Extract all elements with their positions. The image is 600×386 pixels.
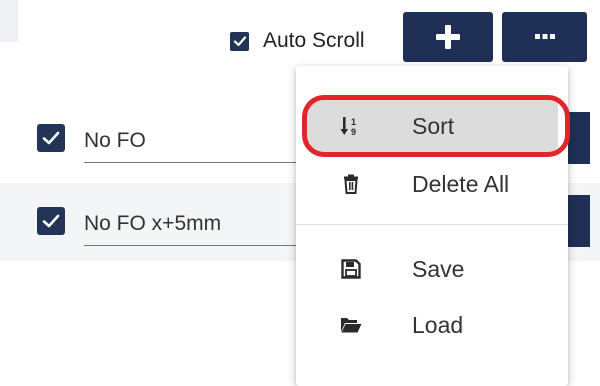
menu-divider <box>296 224 568 225</box>
plus-icon <box>436 25 460 49</box>
check-icon <box>42 131 60 145</box>
auto-scroll-checkbox[interactable] <box>230 31 249 51</box>
sort-numeric-icon: 1 9 <box>340 115 362 137</box>
folder-open-icon <box>340 314 362 336</box>
menu-item-load[interactable]: Load <box>296 297 568 353</box>
toolbar-background-edge <box>0 0 18 42</box>
auto-scroll-label: Auto Scroll <box>263 29 365 52</box>
menu-item-label: Delete All <box>412 170 510 197</box>
row-action-button[interactable] <box>566 195 590 247</box>
row-checkbox[interactable] <box>37 124 65 152</box>
more-options-menu: 1 9 Sort Delete All Save Load <box>296 66 568 386</box>
row-checkbox[interactable] <box>37 207 65 235</box>
svg-text:9: 9 <box>351 127 356 137</box>
trash-icon <box>340 173 362 195</box>
save-icon <box>340 258 362 280</box>
menu-item-label: Load <box>412 311 464 338</box>
more-options-button[interactable] <box>502 12 587 62</box>
row-name-field[interactable]: No FO x+5mm <box>84 203 314 246</box>
auto-scroll-toggle[interactable]: Auto Scroll <box>230 26 365 56</box>
svg-text:1: 1 <box>351 117 356 127</box>
add-button[interactable] <box>403 12 493 62</box>
menu-item-label: Sort <box>412 112 455 139</box>
row-name-field[interactable]: No FO <box>84 120 314 163</box>
menu-item-delete-all[interactable]: Delete All <box>296 156 568 212</box>
menu-item-save[interactable]: Save <box>296 241 568 297</box>
menu-item-label: Save <box>412 255 465 282</box>
check-icon <box>42 214 60 228</box>
check-icon <box>233 36 246 47</box>
more-horizontal-icon <box>534 34 555 39</box>
menu-item-sort[interactable]: 1 9 Sort <box>296 98 568 154</box>
row-action-button[interactable] <box>566 112 590 164</box>
